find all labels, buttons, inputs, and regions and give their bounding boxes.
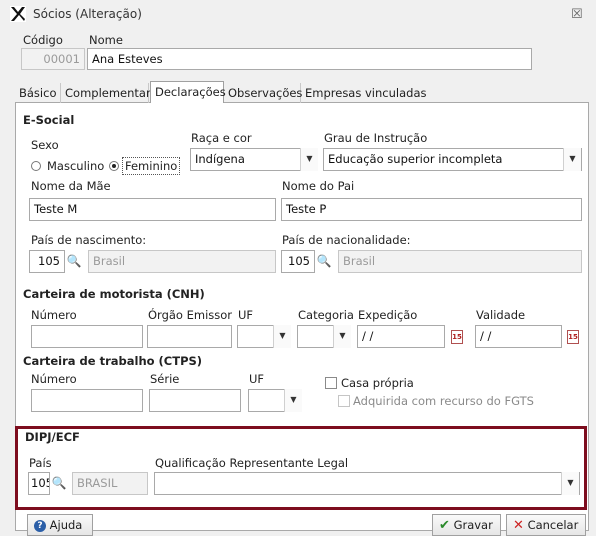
fgts-label: Adquirida com recurso do FGTS xyxy=(353,394,534,408)
cnh-numero-field[interactable] xyxy=(31,325,143,348)
cancelar-button[interactable]: ✕ Cancelar xyxy=(506,514,586,536)
title-bar: Sócios (Alteração) ☒ xyxy=(0,0,596,28)
tab-complementar[interactable]: Complementar xyxy=(61,83,151,103)
codigo-field: 00001 xyxy=(21,48,85,70)
cnh-categoria-label: Categoria xyxy=(298,308,354,322)
casa-propria-checkbox[interactable] xyxy=(325,377,337,389)
ctps-serie-label: Série xyxy=(150,372,180,386)
chevron-down-icon[interactable]: ▼ xyxy=(284,389,302,412)
cnh-validade-field[interactable]: / / xyxy=(475,325,562,348)
app-logo-icon xyxy=(10,6,26,22)
masculino-label: Masculino xyxy=(47,159,105,173)
cancelar-label: Cancelar xyxy=(527,518,579,532)
tab-empresas-vinculadas[interactable]: Empresas vinculadas xyxy=(301,83,427,103)
cnh-title: Carteira de motorista (CNH) xyxy=(23,287,205,301)
close-icon[interactable]: ☒ xyxy=(571,7,583,22)
cnh-orgao-label: Órgão Emissor xyxy=(148,308,233,322)
nome-label: Nome xyxy=(89,33,123,47)
qualificacao-select[interactable] xyxy=(154,472,580,495)
tab-declaracoes[interactable]: Declarações xyxy=(150,81,226,103)
esocial-title: E-Social xyxy=(23,113,75,127)
pais-nac-code[interactable]: 105 xyxy=(281,250,315,273)
search-icon[interactable]: 🔍 xyxy=(65,251,83,272)
dipj-title: DIPJ/ECF xyxy=(25,430,80,444)
pai-label: Nome do Pai xyxy=(282,179,355,193)
chevron-down-icon[interactable]: ▼ xyxy=(333,325,351,348)
cnh-expedicao-field[interactable]: / / xyxy=(357,325,445,348)
sexo-label: Sexo xyxy=(31,138,59,152)
radio-masculino[interactable] xyxy=(31,161,41,171)
qualificacao-label: Qualificação Representante Legal xyxy=(155,456,349,470)
ctps-uf-label: UF xyxy=(249,372,265,386)
mae-label: Nome da Mãe xyxy=(31,179,111,193)
grau-label: Grau de Instrução xyxy=(324,131,428,145)
cnh-expedicao-label: Expedição xyxy=(358,308,418,322)
pais-nasc-code[interactable]: 105 xyxy=(29,250,65,273)
dipj-pais-code[interactable]: 105 xyxy=(28,472,50,495)
pais-nasc-label: País de nascimento: xyxy=(31,233,147,247)
feminino-label: Feminino xyxy=(122,157,181,175)
socios-window: Sócios (Alteração) ☒ Código 00001 Nome A… xyxy=(0,0,596,536)
chevron-down-icon[interactable]: ▼ xyxy=(300,148,318,171)
dipj-pais-name: BRASIL xyxy=(72,472,148,495)
cnh-validade-label: Validade xyxy=(476,308,526,322)
calendar-icon[interactable]: 15 xyxy=(451,330,463,344)
ajuda-button[interactable]: ? Ajuda xyxy=(27,514,93,536)
raca-select[interactable]: Indígena xyxy=(190,148,318,171)
nome-field[interactable]: Ana Esteves xyxy=(87,48,532,70)
casa-propria-label: Casa própria xyxy=(341,376,414,390)
codigo-label: Código xyxy=(23,33,63,47)
pais-nac-name: Brasil xyxy=(338,250,582,273)
tab-basico[interactable]: Básico xyxy=(15,83,61,103)
radio-feminino[interactable] xyxy=(109,161,119,171)
ctps-serie-field[interactable] xyxy=(149,389,241,412)
pais-nac-label: País de nacionalidade: xyxy=(282,233,411,247)
search-icon[interactable]: 🔍 xyxy=(50,473,68,494)
ctps-title: Carteira de trabalho (CTPS) xyxy=(23,354,203,368)
grau-select[interactable]: Educação superior incompleta xyxy=(323,148,582,171)
cnh-numero-label: Número xyxy=(31,308,77,322)
chevron-down-icon[interactable]: ▼ xyxy=(273,325,291,348)
pais-nasc-name: Brasil xyxy=(88,250,276,273)
ctps-numero-label: Número xyxy=(31,372,77,386)
window-title: Sócios (Alteração) xyxy=(33,7,142,21)
chevron-down-icon[interactable]: ▼ xyxy=(563,148,581,171)
dipj-pais-label: País xyxy=(29,456,52,470)
fgts-checkbox[interactable] xyxy=(338,395,350,407)
gravar-label: Gravar xyxy=(453,518,493,532)
chevron-down-icon[interactable]: ▼ xyxy=(561,472,579,495)
gravar-button[interactable]: ✔ Gravar xyxy=(432,514,501,536)
ajuda-label: Ajuda xyxy=(49,518,83,532)
calendar-icon[interactable]: 15 xyxy=(567,330,579,344)
mae-field[interactable]: Teste M xyxy=(29,198,276,221)
cnh-uf-label: UF xyxy=(238,308,254,322)
search-icon[interactable]: 🔍 xyxy=(315,251,333,272)
tab-observacoes[interactable]: Observações xyxy=(224,83,302,103)
pai-field[interactable]: Teste P xyxy=(281,198,582,221)
help-icon: ? xyxy=(34,519,46,532)
cnh-orgao-field[interactable] xyxy=(147,325,232,348)
raca-label: Raça e cor xyxy=(191,131,252,145)
ctps-numero-field[interactable] xyxy=(31,389,143,412)
